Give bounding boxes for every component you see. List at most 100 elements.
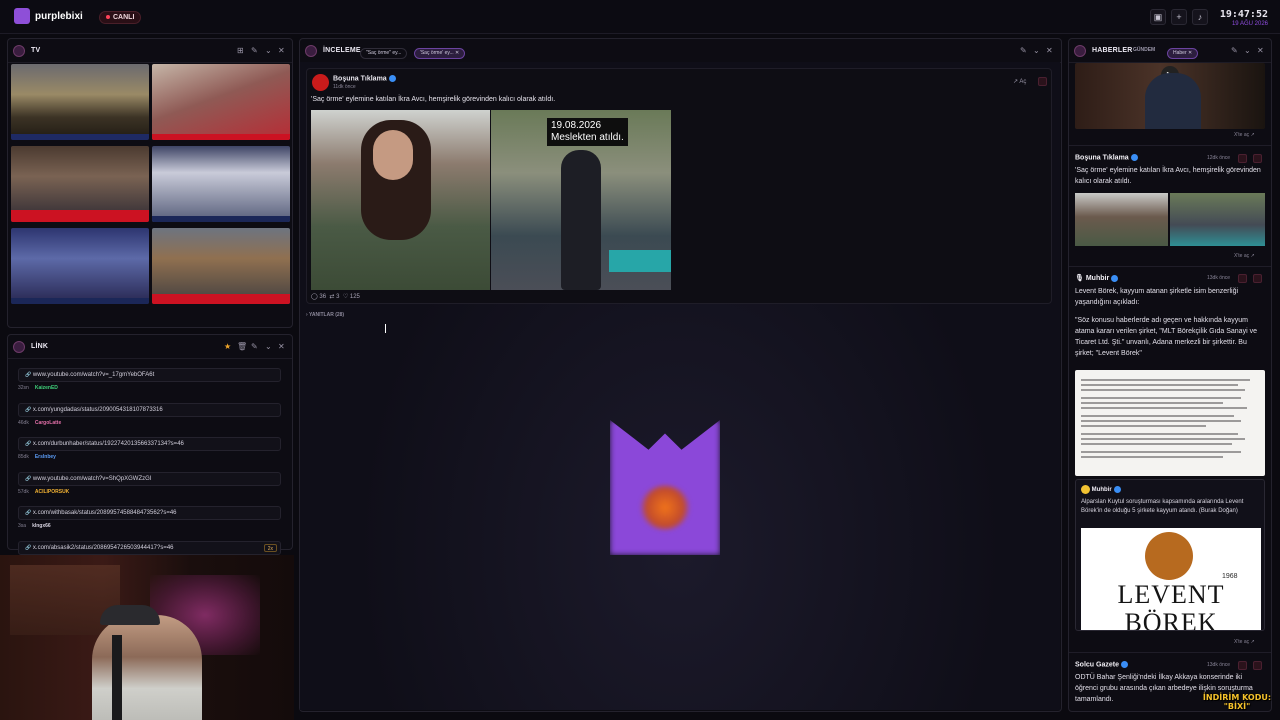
link-user[interactable]: CargoLatte	[35, 420, 61, 426]
image-icon[interactable]: ▣	[1150, 9, 1166, 25]
close-icon[interactable]: ✕	[1257, 46, 1264, 55]
close-tab-icon[interactable]: ✕	[455, 50, 459, 56]
link-row[interactable]: 🔗 x.com/durbunhaber/status/1922742013566…	[18, 437, 281, 451]
flag-icon[interactable]	[1253, 154, 1262, 163]
inceleme-tabs: "Saç örme" ey... 'Saç örme' ey... ✕	[360, 45, 466, 63]
like-count: 125	[349, 294, 360, 300]
tv-panel-title: TV	[31, 47, 41, 54]
news-image-1b[interactable]	[1170, 193, 1265, 246]
post-image-2[interactable]: 19.08.2026 Meslekten atıldı.	[491, 110, 671, 290]
link-time: 32sn	[18, 385, 29, 391]
repost-icon[interactable]: ⇄	[329, 294, 334, 300]
tv-channel-3[interactable]	[11, 146, 149, 222]
replies-toggle[interactable]: › YANITLAR (28)	[306, 312, 344, 318]
bell-icon[interactable]	[1238, 661, 1247, 670]
promo-line-1: İNDİRİM KODU:	[1202, 693, 1272, 702]
link-row[interactable]: 🔗 x.com/absasik2/status/2086954726503944…	[18, 540, 281, 555]
statement-document-image[interactable]	[1075, 370, 1265, 476]
heart-icon[interactable]: ♡	[343, 294, 348, 300]
tab-1[interactable]: "Saç örme" ey...	[360, 48, 408, 60]
post-author-name: Boşuna Tıklama	[333, 75, 387, 83]
bell-icon[interactable]	[1238, 154, 1247, 163]
tab-2-label: 'Saç örme' ey...	[419, 50, 454, 57]
tab-haber-label: Haber	[1173, 50, 1187, 57]
open-link-button[interactable]: ↗ Aç	[1013, 78, 1026, 85]
overlay-date: 19.08.2026	[551, 120, 602, 131]
chevron-right-icon: ›	[306, 312, 308, 318]
link-user[interactable]: ACILIPORSUK	[35, 489, 69, 495]
open-in-x-link[interactable]: X'te aç ↗	[1234, 639, 1255, 645]
news-source-name: Muhbir	[1085, 275, 1110, 282]
chevron-down-icon[interactable]: ⌄	[1244, 46, 1251, 55]
link-row[interactable]: 🔗 x.com/yungdadas/status/209005431810787…	[18, 402, 281, 417]
tv-ticker	[11, 134, 149, 140]
brand-name: purplebixi	[35, 11, 83, 22]
link-meta: 85dk Erslnbey	[18, 454, 56, 460]
live-badge: CANLI	[99, 11, 142, 24]
chevron-down-icon[interactable]: ⌄	[265, 342, 272, 351]
edit-icon[interactable]: ✎	[1231, 46, 1238, 55]
flag-icon[interactable]	[1253, 274, 1262, 283]
chevron-down-icon[interactable]: ⌄	[265, 46, 272, 55]
comment-icon[interactable]: ◯	[311, 294, 318, 300]
live-dot-icon	[106, 15, 110, 20]
chevron-down-icon[interactable]: ⌄	[1033, 46, 1040, 55]
count-badge: 2x	[263, 543, 277, 552]
news-video-thumbnail[interactable]: ▶	[1075, 63, 1265, 129]
link-user[interactable]: Erslnbey	[35, 454, 56, 460]
link-user[interactable]: klngx66	[32, 523, 51, 529]
bell-icon[interactable]	[1238, 274, 1247, 283]
close-icon[interactable]: ✕	[278, 46, 285, 55]
link-panel-header: LİNK ★ 🗑 ✎ ⌄ ✕	[8, 335, 292, 359]
flag-icon[interactable]	[1253, 661, 1262, 670]
volume-icon[interactable]: ♪	[1192, 9, 1208, 25]
edit-icon[interactable]: ✎	[251, 342, 258, 351]
tv-channel-2[interactable]	[152, 64, 290, 140]
close-icon[interactable]: ✕	[278, 342, 285, 351]
close-icon[interactable]: ✕	[1046, 46, 1053, 55]
tv-channel-5[interactable]	[11, 228, 149, 304]
open-in-x-link[interactable]: X'te aç ↗	[1234, 132, 1255, 138]
news-item-source: Solcu Gazete	[1075, 661, 1265, 668]
tab-haber[interactable]: Haber ✕	[1167, 48, 1199, 60]
tv-ticker	[11, 298, 149, 304]
link-url: www.youtube.com/watch?v=ShQpXGWZzGI	[32, 475, 152, 482]
open-in-x-link[interactable]: X'te aç ↗	[1234, 253, 1255, 259]
tab-gundem[interactable]: GÜNDEM	[1133, 47, 1155, 53]
news-image-1a[interactable]	[1075, 193, 1168, 246]
tab-2[interactable]: 'Saç örme' ey... ✕	[413, 48, 466, 60]
tv-channel-4[interactable]	[152, 146, 290, 222]
star-icon[interactable]: ★	[224, 342, 231, 351]
quoted-post[interactable]: Muhbir Alparslan Kuytul soruşturması kap…	[1075, 479, 1265, 631]
trash-icon[interactable]: 🗑	[237, 342, 247, 351]
tv-channel-6[interactable]	[152, 228, 290, 304]
link-row[interactable]: 🔗 www.youtube.com/watch?v=ShQpXGWZzGI	[18, 471, 281, 486]
plus-icon[interactable]: +	[1171, 9, 1187, 25]
quoted-text: Alparslan Kuytul soruşturması kapsamında…	[1081, 499, 1244, 514]
verified-icon	[388, 75, 396, 82]
verified-icon	[1120, 661, 1128, 668]
microphone	[112, 635, 122, 720]
tv-grid	[9, 64, 291, 304]
link-row[interactable]: 🔗 www.youtube.com/watch?v=_17gmYebOFA6t	[18, 368, 281, 382]
link-url: x.com/withbasak/status/20899574588484735…	[32, 510, 177, 516]
news-item-2: 🎙 Muhbir 13dk önce Levent Börek, kayyum …	[1075, 274, 1265, 631]
grid-icon[interactable]: ⊞	[237, 46, 244, 55]
link-row[interactable]: 🔗 x.com/withbasak/status/208995745884847…	[18, 506, 281, 520]
image-figure-face	[373, 130, 413, 180]
purplebixi-logo-icon	[14, 8, 30, 24]
link-icon: 🔗	[25, 441, 32, 447]
edit-icon[interactable]: ✎	[1020, 46, 1027, 55]
tv-channel-1[interactable]	[11, 64, 149, 140]
watermark-flame-icon	[640, 485, 690, 530]
quoted-source: Muhbir	[1081, 485, 1121, 494]
post-text: 'Saç örme' eylemine katılan İkra Avcı, h…	[311, 96, 556, 103]
close-tab-icon[interactable]: ✕	[1188, 50, 1192, 56]
post-image-1[interactable]	[311, 110, 490, 290]
flag-icon[interactable]	[1038, 77, 1047, 86]
link-user[interactable]: KaizenED	[35, 385, 58, 391]
edit-icon[interactable]: ✎	[251, 46, 258, 55]
link-icon: 🔗	[25, 510, 32, 516]
tv-ticker	[11, 210, 149, 222]
top-bar	[0, 0, 1280, 34]
